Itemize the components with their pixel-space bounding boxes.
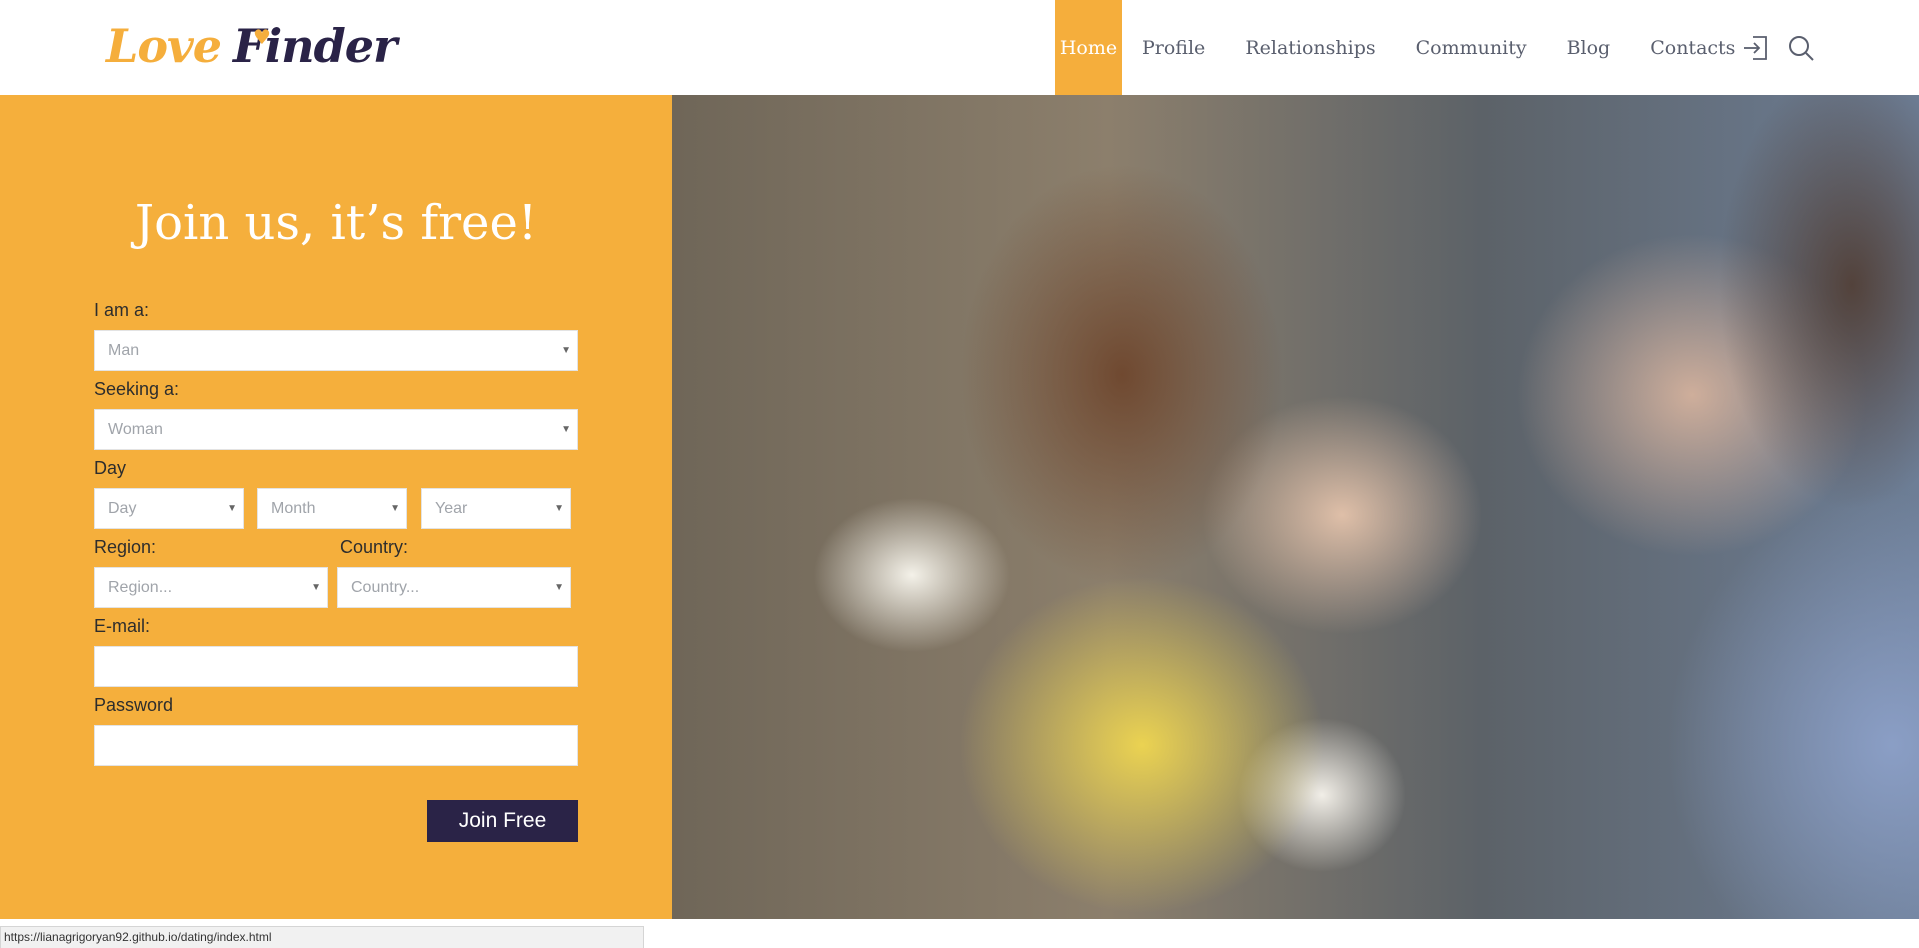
- year-select-value: Year: [435, 500, 468, 517]
- heart-icon: ♥: [253, 25, 271, 49]
- hero-photo: [672, 95, 1919, 919]
- region-label: Region:: [94, 537, 157, 557]
- day-select[interactable]: Day ▼: [94, 488, 244, 529]
- email-label: E-mail:: [94, 616, 151, 636]
- nav-profile[interactable]: Profile: [1122, 0, 1225, 95]
- seeking-label: Seeking a:: [94, 379, 180, 399]
- year-select[interactable]: Year ▼: [421, 488, 571, 529]
- nav-home[interactable]: Home: [1055, 0, 1122, 95]
- chevron-down-icon: ▼: [390, 503, 400, 514]
- nav-relationships[interactable]: Relationships: [1225, 0, 1395, 95]
- region-select-value: Region...: [108, 579, 173, 596]
- country-select[interactable]: Country... ▼: [337, 567, 571, 608]
- chevron-down-icon: ▼: [561, 345, 571, 356]
- status-url: https://lianagrigoryan92.github.io/datin…: [4, 930, 272, 944]
- birth-label: Day: [94, 458, 127, 478]
- region-select[interactable]: Region... ▼: [94, 567, 328, 608]
- search-icon[interactable]: [1786, 33, 1816, 63]
- chevron-down-icon: ▼: [311, 582, 321, 593]
- logo-word-finder: ♥ Finder: [233, 19, 397, 73]
- password-label: Password: [94, 695, 174, 715]
- seeking-select-value: Woman: [108, 421, 163, 438]
- logo[interactable]: Love ♥ Finder: [106, 18, 397, 74]
- day-select-value: Day: [108, 500, 137, 517]
- nav-contacts[interactable]: Contacts: [1630, 0, 1755, 95]
- login-icon[interactable]: [1741, 33, 1771, 63]
- password-input[interactable]: [94, 725, 578, 766]
- iam-label: I am a:: [94, 300, 150, 320]
- main-nav: Home Profile Relationships Community Blo…: [1055, 0, 1755, 95]
- join-free-button[interactable]: Join Free: [427, 800, 578, 842]
- iam-select[interactable]: Man ▼: [94, 330, 578, 371]
- logo-word-love: Love: [106, 19, 222, 73]
- seeking-select[interactable]: Woman ▼: [94, 409, 578, 450]
- site-header: Love ♥ Finder Home Profile Relationships C…: [0, 0, 1919, 95]
- chevron-down-icon: ▼: [561, 424, 571, 435]
- chevron-down-icon: ▼: [554, 503, 564, 514]
- nav-community[interactable]: Community: [1396, 0, 1547, 95]
- nav-blog[interactable]: Blog: [1547, 0, 1631, 95]
- iam-select-value: Man: [108, 342, 140, 359]
- chevron-down-icon: ▼: [227, 503, 237, 514]
- browser-status-bar: https://lianagrigoryan92.github.io/datin…: [0, 926, 644, 948]
- email-input[interactable]: [94, 646, 578, 687]
- country-label: Country:: [340, 537, 409, 557]
- form-title: Join us, it’s free!: [134, 195, 538, 251]
- country-select-value: Country...: [351, 579, 420, 596]
- month-select[interactable]: Month ▼: [257, 488, 407, 529]
- chevron-down-icon: ▼: [554, 582, 564, 593]
- month-select-value: Month: [271, 500, 316, 517]
